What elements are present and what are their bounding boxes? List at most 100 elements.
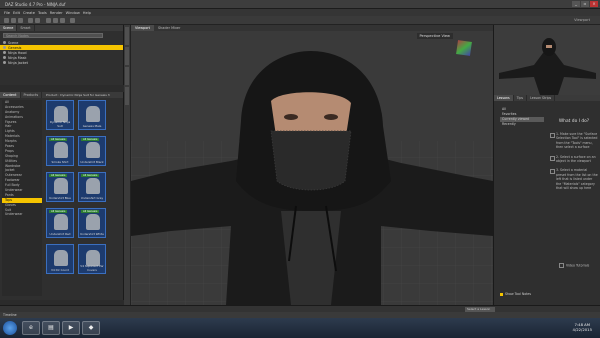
strip-tab[interactable] <box>125 27 129 45</box>
system-clock[interactable]: 7:48 AM 4/22/2015 <box>573 322 592 332</box>
menu-edit[interactable]: Edit <box>13 11 20 15</box>
rotate-tool-icon[interactable] <box>53 18 58 23</box>
asset-label: Undershirt Black <box>80 160 104 164</box>
lesson-list: All Favorites Currently viewed Recently <box>500 107 544 127</box>
aux-viewport[interactable] <box>493 25 600 95</box>
help-title: What do I do? <box>558 119 590 124</box>
save-icon[interactable] <box>18 18 23 23</box>
tab-tips[interactable]: Tips <box>514 95 528 101</box>
strip-tab[interactable] <box>125 67 129 85</box>
title-bar: DAZ Studio 4.7 Pro - NINJA.duf _ ▫ × <box>0 0 600 9</box>
scene-node-label: Ninja Hood <box>8 50 27 55</box>
help-step: 1. Make sure the "Surface Selection Tool… <box>550 132 598 150</box>
asset-thumbnail[interactable]: Genesis Male <box>78 100 106 130</box>
lessons-pane: Lessons Tips Lesson Strips All Favorites… <box>493 95 600 305</box>
render-icon[interactable] <box>70 18 75 23</box>
taskbar-media-icon[interactable]: ▶ <box>62 321 80 335</box>
asset-badge: All Genesis <box>81 138 100 141</box>
left-tab-strip <box>124 25 131 305</box>
new-icon[interactable] <box>4 18 9 23</box>
strip-tab[interactable] <box>125 47 129 65</box>
asset-thumbnail[interactable]: Dynamic Ninja Suit <box>46 100 74 130</box>
lesson-list-item[interactable]: Recently <box>500 122 544 127</box>
view-cube-icon[interactable] <box>456 40 472 56</box>
asset-thumbnail[interactable]: All Genesis Undershirt Gray <box>78 172 106 202</box>
viewport[interactable]: Viewport Shader Mixer Perspective View <box>131 25 493 305</box>
menu-render[interactable]: Render <box>50 11 63 15</box>
menu-bar: File Edit Create Tools Render Window Hel… <box>0 9 600 16</box>
tab-content[interactable]: Content <box>0 92 21 98</box>
asset-preview-image <box>54 142 68 158</box>
scene-node-row[interactable]: Ninja Jacket <box>0 60 123 65</box>
tab-lesson-strips[interactable]: Lesson Strips <box>527 95 556 101</box>
close-button[interactable]: × <box>590 1 598 7</box>
clock-date: 4/22/2015 <box>572 327 592 332</box>
menu-tools[interactable]: Tools <box>38 11 47 15</box>
start-button[interactable] <box>3 321 17 335</box>
asset-preview-image <box>54 250 68 266</box>
taskbar-ie-icon[interactable]: e <box>22 321 40 335</box>
visibility-icon[interactable] <box>3 46 6 49</box>
undo-icon[interactable] <box>28 18 33 23</box>
asset-thumbnail[interactable]: All Genesis Undershirt White <box>78 208 106 238</box>
asset-preview-image <box>86 106 100 122</box>
visibility-icon[interactable] <box>3 41 6 44</box>
main-toolbar: Viewport <box>0 16 600 25</box>
help-step: 2. Select a surface on an object in the … <box>550 155 598 164</box>
window-controls: _ ▫ × <box>572 1 598 7</box>
scene-tabs: Scene Smart <box>0 25 123 31</box>
menu-window[interactable]: Window <box>66 11 80 15</box>
toolbar-right-label: Viewport <box>574 18 590 22</box>
scene-search-input[interactable]: Search Nodes <box>3 33 103 38</box>
library-header: Product : Dynamic Ninja Suit for Genesis… <box>46 93 110 97</box>
tab-scene[interactable]: Scene <box>0 25 18 31</box>
asset-label: Smoke Shirt <box>51 160 69 164</box>
strip-tab[interactable] <box>125 87 129 105</box>
tab-lessons[interactable]: Lessons <box>494 95 514 101</box>
visibility-icon[interactable] <box>3 56 6 59</box>
visibility-icon[interactable] <box>3 61 6 64</box>
tab-products[interactable]: Products <box>21 92 43 98</box>
camera-label[interactable]: Perspective View <box>416 33 453 39</box>
asset-thumbnail[interactable]: All Genesis Undershirt Red <box>46 208 74 238</box>
maximize-button[interactable]: ▫ <box>581 1 589 7</box>
ninja-figure-render <box>131 31 493 305</box>
asset-badge: All Genesis <box>49 174 68 177</box>
asset-thumbnail[interactable]: All Genesis Undershirt Black <box>78 136 106 166</box>
video-tutorials-button[interactable]: Video Tutorials <box>559 263 589 268</box>
asset-preview-image <box>54 214 68 230</box>
asset-label: Undershirt White <box>80 232 104 236</box>
menu-file[interactable]: File <box>4 11 10 15</box>
tab-timeline[interactable]: Timeline <box>3 313 17 317</box>
redo-icon[interactable] <box>35 18 40 23</box>
scale-tool-icon[interactable] <box>60 18 65 23</box>
taskbar-daz-icon[interactable]: ◆ <box>82 321 100 335</box>
asset-label: Undershirt Gray <box>80 196 104 200</box>
move-tool-icon[interactable] <box>46 18 51 23</box>
help-step: 3. Select a material preset from the lis… <box>550 168 598 190</box>
taskbar-explorer-icon[interactable]: ▤ <box>42 321 60 335</box>
asset-preview-image <box>86 178 100 194</box>
minimize-button[interactable]: _ <box>572 1 580 7</box>
menu-help[interactable]: Help <box>83 11 91 15</box>
asset-badge: All Genesis <box>49 138 68 141</box>
window-title: DAZ Studio 4.7 Pro - NINJA.duf <box>5 2 66 7</box>
scene-pane: Scene Smart Search Nodes Scene Genesis N… <box>0 25 124 85</box>
aux-figure-render <box>494 25 600 95</box>
asset-label: Undershirt Blue <box>49 196 71 200</box>
asset-thumbnail[interactable]: V4 Supersuit Ear Covers <box>78 244 106 274</box>
asset-thumbnail[interactable]: All Genesis Smoke Shirt <box>46 136 74 166</box>
open-icon[interactable] <box>11 18 16 23</box>
asset-thumbnail[interactable]: V4 Dir Coord <box>46 244 74 274</box>
scene-node-label: Scene <box>8 40 19 45</box>
asset-thumbnail[interactable]: All Genesis Undershirt Blue <box>46 172 74 202</box>
category-item[interactable]: Underwear <box>2 212 42 217</box>
tab-smart[interactable]: Smart <box>17 25 35 31</box>
asset-badge: All Genesis <box>81 174 100 177</box>
status-bar: Select a Lesson <box>0 305 600 312</box>
asset-label: V4 Dir Coord <box>51 268 69 272</box>
lessons-tabs: Lessons Tips Lesson Strips <box>494 95 600 101</box>
show-tool-notes-checkbox[interactable]: Show Tool Notes <box>500 292 531 296</box>
visibility-icon[interactable] <box>3 51 6 54</box>
menu-create[interactable]: Create <box>23 11 35 15</box>
